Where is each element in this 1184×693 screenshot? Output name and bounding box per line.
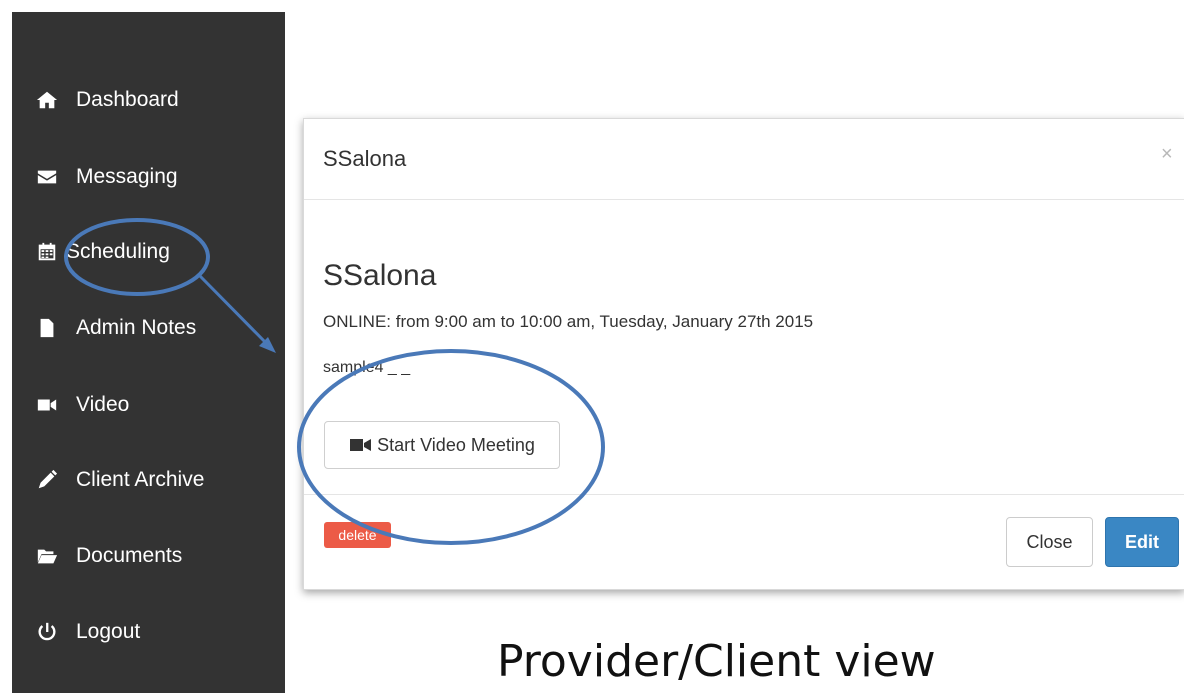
- file-icon: [36, 317, 58, 339]
- sidebar-item-video[interactable]: Video: [12, 385, 285, 425]
- video-camera-icon: [36, 394, 58, 416]
- sidebar-item-scheduling[interactable]: Scheduling: [12, 232, 285, 272]
- power-icon: [36, 621, 58, 643]
- sidebar-item-label: Video: [76, 393, 130, 416]
- sidebar-item-admin-notes[interactable]: Admin Notes: [12, 308, 285, 348]
- home-icon: [36, 89, 58, 111]
- sidebar-item-label: Client Archive: [76, 468, 205, 491]
- event-title: SSalona: [323, 259, 437, 292]
- sidebar-item-label: Messaging: [76, 165, 178, 188]
- event-time: ONLINE: from 9:00 am to 10:00 am, Tuesda…: [323, 312, 814, 331]
- video-camera-icon: [350, 439, 372, 451]
- event-note: sample4 _ _: [323, 359, 411, 376]
- sidebar-item-label: Logout: [76, 620, 141, 643]
- modal-footer-divider: [304, 494, 1184, 495]
- event-modal: SSalona × SSalona ONLINE: from 9:00 am t…: [303, 118, 1184, 590]
- modal-header: SSalona ×: [304, 119, 1184, 200]
- envelope-icon: [36, 166, 58, 188]
- sidebar-item-logout[interactable]: Logout: [12, 612, 285, 652]
- start-video-meeting-label: Start Video Meeting: [377, 434, 535, 455]
- sidebar-item-label: Admin Notes: [76, 316, 197, 339]
- close-button[interactable]: Close: [1006, 517, 1093, 567]
- caption: Provider/Client view: [497, 636, 936, 687]
- sidebar-item-messaging[interactable]: Messaging: [12, 157, 285, 197]
- sidebar-item-label: Documents: [76, 544, 183, 567]
- delete-button[interactable]: delete: [324, 522, 391, 548]
- sidebar-nav: Dashboard Messaging Scheduling Admin Not…: [12, 12, 285, 693]
- folder-open-icon: [36, 545, 58, 567]
- sidebar-item-dashboard[interactable]: Dashboard: [12, 80, 285, 120]
- sidebar-item-client-archive[interactable]: Client Archive: [12, 460, 285, 500]
- calendar-icon: [36, 241, 58, 263]
- start-video-meeting-button[interactable]: Start Video Meeting: [324, 421, 560, 469]
- pencil-icon: [36, 469, 58, 491]
- edit-button[interactable]: Edit: [1105, 517, 1179, 567]
- sidebar-item-label: Scheduling: [66, 240, 170, 263]
- modal-header-title: SSalona: [323, 146, 407, 171]
- close-icon[interactable]: ×: [1161, 143, 1173, 166]
- sidebar-item-label: Dashboard: [76, 88, 179, 111]
- sidebar-item-documents[interactable]: Documents: [12, 536, 285, 576]
